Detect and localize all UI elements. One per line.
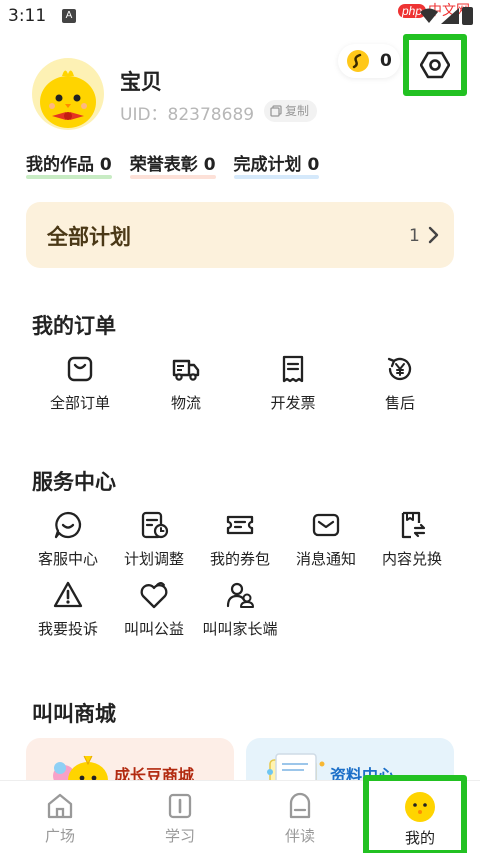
stat-underline: [129, 175, 216, 179]
chat-icon: [54, 511, 82, 539]
stat-underline: [233, 175, 320, 179]
avatar[interactable]: [32, 58, 104, 130]
stat-value: 0: [307, 155, 320, 175]
notification-icon: A: [62, 9, 76, 23]
tab-label: 学习: [164, 827, 195, 845]
order-after-sales-label: 售后: [384, 394, 415, 412]
mall-section-title: 叫叫商城: [32, 702, 116, 726]
receipt-icon: [282, 355, 304, 383]
services-section-title: 服务中心: [32, 470, 116, 494]
exchange-icon: [401, 511, 426, 539]
service-label: 消息通知: [295, 550, 356, 568]
order-logistics[interactable]: 物流: [144, 352, 228, 413]
service-notifications[interactable]: 消息通知: [284, 508, 368, 569]
tab-study[interactable]: 学习: [120, 781, 240, 853]
stat-underline: [26, 175, 112, 179]
coupon-icon: [226, 515, 254, 535]
service-label: 客服中心: [37, 550, 98, 568]
coin-count: 0: [380, 51, 392, 71]
stats-row: 我的作品 0 荣誉表彰 0 完成计划 0: [26, 150, 320, 180]
parents-icon: [226, 582, 254, 608]
order-all[interactable]: 全部订单: [38, 352, 122, 413]
status-bar: 3:11 A php 中文网: [0, 0, 480, 34]
chevron-right-icon: [428, 226, 439, 244]
heart-icon: [140, 582, 168, 609]
order-after-sales[interactable]: 售后: [358, 352, 442, 413]
copy-label: 复制: [285, 104, 310, 118]
service-coupons[interactable]: 我的券包: [198, 508, 282, 569]
order-invoice-label: 开发票: [270, 394, 316, 412]
stat-completed-plans[interactable]: 完成计划 0: [233, 150, 320, 180]
service-label: 我的券包: [209, 550, 270, 568]
service-plan-adjust[interactable]: 计划调整: [112, 508, 196, 569]
stat-works[interactable]: 我的作品 0: [26, 150, 112, 180]
order-all-label: 全部订单: [49, 394, 110, 412]
order-invoice[interactable]: 开发票: [251, 352, 335, 413]
plan-clock-icon: [141, 511, 169, 539]
service-content-exchange[interactable]: 内容兑换: [370, 508, 454, 569]
profile-header: 宝贝 UID：82378689 复制 0: [0, 34, 480, 150]
service-label: 计划调整: [123, 550, 184, 568]
home-icon: [47, 793, 73, 819]
mail-icon: [312, 513, 340, 537]
highlight-box: [363, 775, 467, 853]
stat-value: 0: [99, 155, 112, 175]
service-parents-app[interactable]: 叫叫家长端: [198, 578, 282, 639]
service-charity[interactable]: 叫叫公益: [112, 578, 196, 639]
stat-label: 荣誉表彰: [129, 155, 198, 175]
coin-icon: [347, 50, 369, 72]
order-logistics-label: 物流: [170, 394, 201, 412]
service-label: 叫叫公益: [123, 620, 184, 638]
all-plans-count: 1: [409, 226, 420, 246]
status-time: 3:11: [8, 6, 47, 26]
bag-icon: [67, 356, 93, 382]
copy-icon: [270, 105, 282, 117]
stat-label: 我的作品: [26, 155, 94, 175]
settings-button[interactable]: [403, 34, 467, 96]
book-icon: [168, 793, 192, 819]
wifi-icon: [420, 8, 438, 23]
tab-label: 广场: [44, 827, 75, 845]
stat-value: 0: [203, 155, 216, 175]
copy-uid-button[interactable]: 复制: [264, 100, 318, 122]
truck-icon: [172, 359, 200, 381]
coin-balance[interactable]: 0: [338, 44, 400, 78]
nickname: 宝贝: [120, 70, 162, 94]
service-label: 我要投诉: [37, 620, 98, 638]
service-customer-support[interactable]: 客服中心: [26, 508, 110, 569]
tab-square[interactable]: 广场: [0, 781, 120, 853]
settings-hex-icon: [420, 51, 450, 79]
stat-label: 完成计划: [233, 155, 302, 175]
user-id: UID：82378689: [120, 105, 255, 125]
service-label: 内容兑换: [381, 550, 442, 568]
all-plans-title: 全部计划: [47, 225, 131, 249]
bottom-tab-bar: 广场 学习 伴读 我的: [0, 775, 480, 853]
warning-icon: [53, 581, 83, 608]
orders-section-title: 我的订单: [32, 314, 116, 338]
service-complaint[interactable]: 我要投诉: [26, 578, 110, 639]
chick-avatar-image: [40, 70, 96, 128]
companion-icon: [289, 792, 311, 819]
service-label: 叫叫家长端: [202, 620, 278, 638]
tab-companion-reading[interactable]: 伴读: [240, 781, 360, 853]
stat-honors[interactable]: 荣誉表彰 0: [129, 150, 216, 180]
yen-refund-icon: [387, 357, 412, 381]
all-plans-card[interactable]: 全部计划 1: [26, 202, 454, 268]
signal-icon: [441, 8, 459, 24]
battery-icon: [462, 7, 473, 25]
tab-label: 伴读: [284, 827, 315, 845]
